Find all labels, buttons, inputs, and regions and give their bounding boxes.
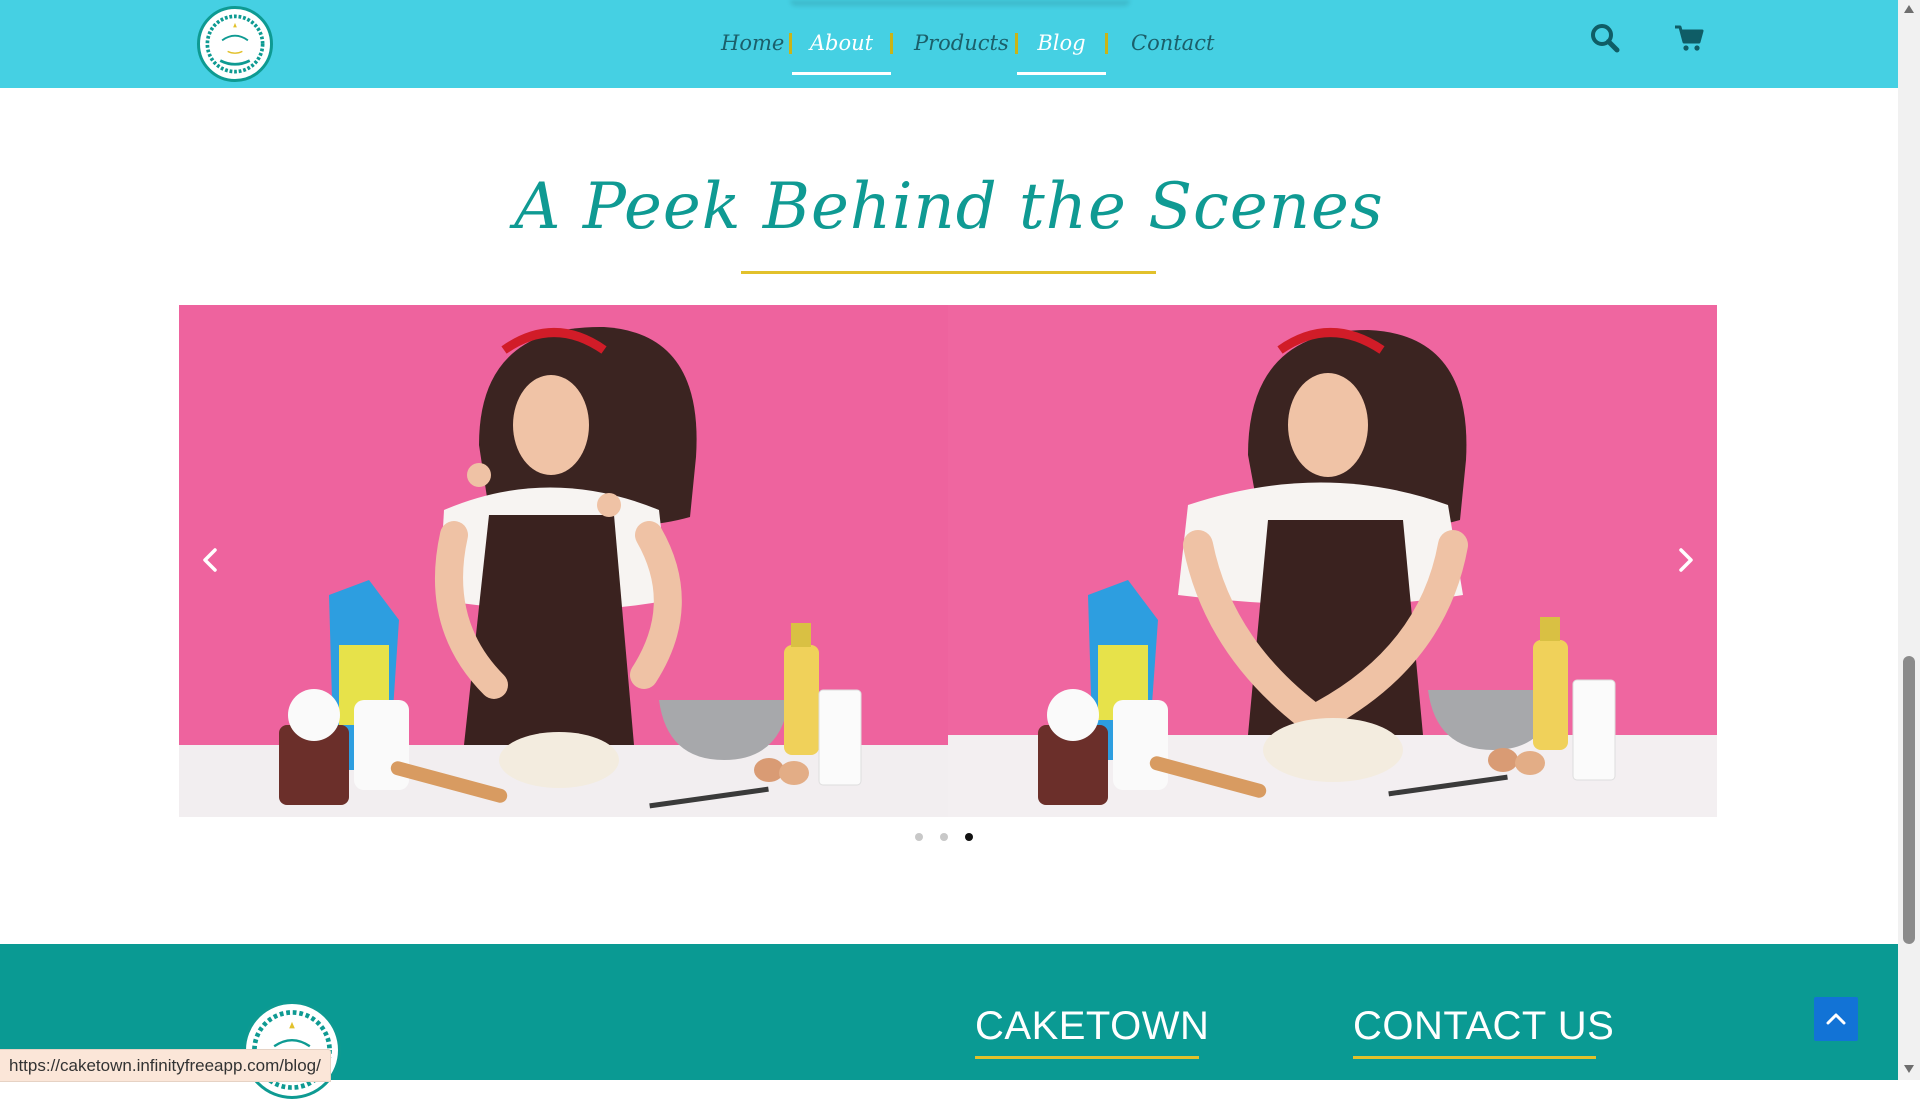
footer-heading-underline [1353,1056,1596,1059]
nav-contact[interactable]: Contact [1131,26,1214,66]
carousel-prev-icon[interactable] [198,534,222,586]
carousel-dot-2[interactable] [940,833,948,841]
nav-about[interactable]: About [792,26,891,75]
footer-heading-underline [975,1056,1199,1059]
nav-products[interactable]: Products [914,26,1009,66]
page-scrollbar[interactable] [1898,0,1920,1080]
scroll-down-arrow-icon[interactable] [1903,1064,1915,1074]
carousel-next-icon[interactable] [1674,534,1698,586]
chevron-up-icon [1826,1013,1846,1025]
carousel-dot-3[interactable] [965,833,973,841]
site-header: Home About Products Blog Contact [0,0,1898,88]
footer-heading-contact: CONTACT US [1353,1004,1615,1048]
section-title: A Peek Behind the Scenes [514,170,1384,244]
scroll-up-arrow-icon[interactable] [1903,4,1915,14]
scrollbar-thumb[interactable] [1903,656,1915,944]
cart-icon[interactable] [1673,22,1705,54]
carousel-dot-1[interactable] [915,833,923,841]
baker-kneading-dough-photo [948,305,1717,817]
title-underline [741,271,1156,274]
footer-heading-caketown: CAKETOWN [975,1004,1210,1048]
scroll-to-top-button[interactable] [1814,997,1858,1041]
baker-sprinkling-flour-photo [179,305,948,817]
nav-home[interactable]: Home [721,26,784,66]
link-status-url: https://caketown.infinityfreeapp.com/blo… [0,1049,331,1082]
search-icon[interactable] [1589,22,1621,54]
behind-scenes-carousel[interactable] [179,305,1717,817]
nav-blog[interactable]: Blog [1017,26,1106,75]
nav-separator [1105,33,1108,54]
nav-separator [890,33,893,54]
